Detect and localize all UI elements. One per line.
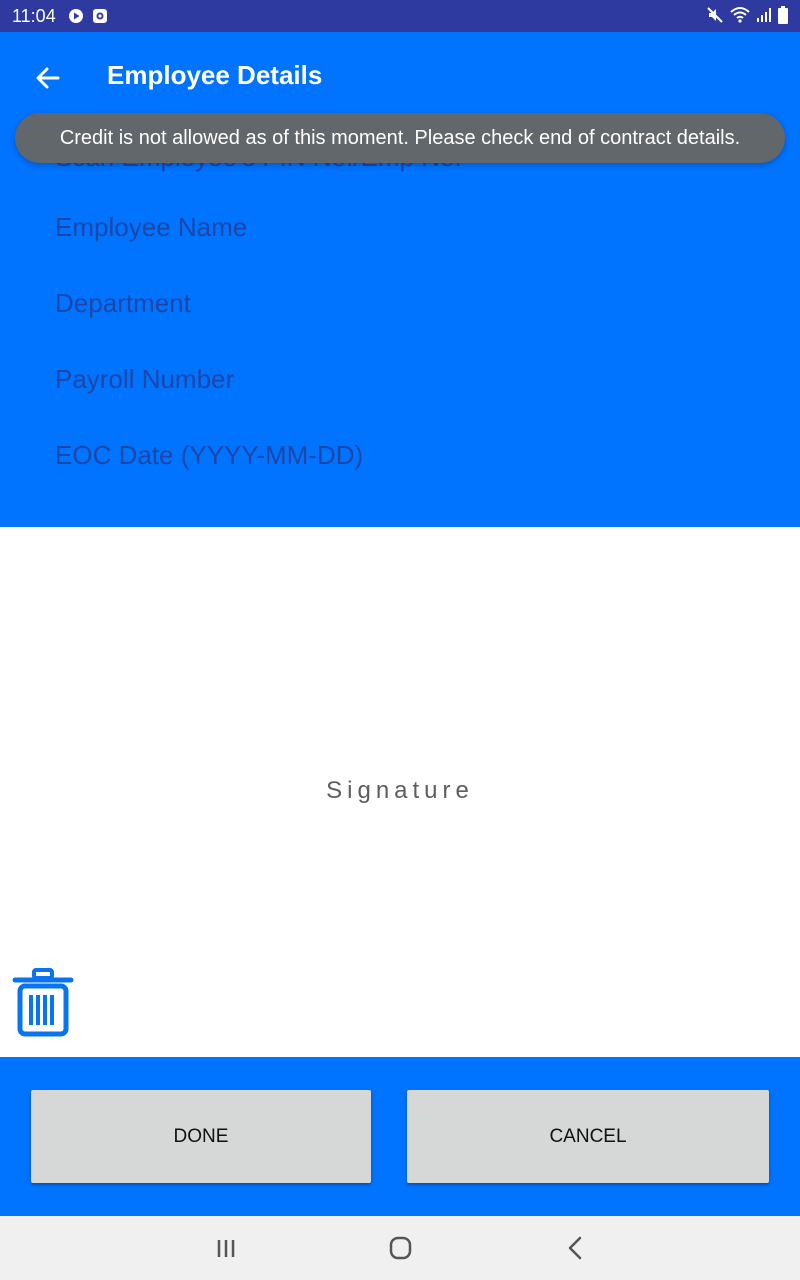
battery-icon (778, 6, 788, 29)
employee-name-field[interactable]: Employee Name (55, 212, 247, 243)
status-time: 11:04 (12, 6, 56, 26)
signature-pad[interactable]: Signature (0, 527, 800, 1057)
trash-icon (12, 968, 74, 1037)
media-icon (68, 8, 84, 29)
done-button[interactable]: DONE (31, 1090, 371, 1183)
payroll-number-field[interactable]: Payroll Number (55, 364, 234, 395)
arrow-left-icon (36, 67, 60, 89)
back-icon (568, 1236, 582, 1260)
toast-message: Credit is not allowed as of this moment.… (15, 113, 785, 163)
notification-icon (92, 8, 108, 29)
department-field[interactable]: Department (55, 288, 191, 319)
status-bar: 11:04 (0, 0, 800, 32)
home-icon (389, 1236, 412, 1260)
mute-icon (706, 6, 724, 29)
page-title: Employee Details (107, 60, 323, 90)
eoc-date-field[interactable]: EOC Date (YYYY-MM-DD) (55, 440, 363, 471)
nav-back-button[interactable] (555, 1230, 595, 1266)
clear-signature-button[interactable] (12, 967, 74, 1039)
recent-apps-icon (217, 1240, 235, 1257)
signature-label: Signature (326, 777, 474, 804)
app-bar: Employee Details (0, 32, 800, 122)
signal-icon (756, 7, 772, 28)
employee-form: Scan Employee's PIN No./Emp No. Employee… (0, 122, 800, 527)
system-nav-bar (0, 1216, 800, 1280)
button-bar: DONE CANCEL (0, 1057, 800, 1216)
home-button[interactable] (380, 1230, 420, 1266)
wifi-icon (730, 6, 750, 29)
cancel-button[interactable]: CANCEL (407, 1090, 769, 1183)
back-button[interactable] (30, 60, 66, 96)
recent-apps-button[interactable] (206, 1230, 246, 1266)
